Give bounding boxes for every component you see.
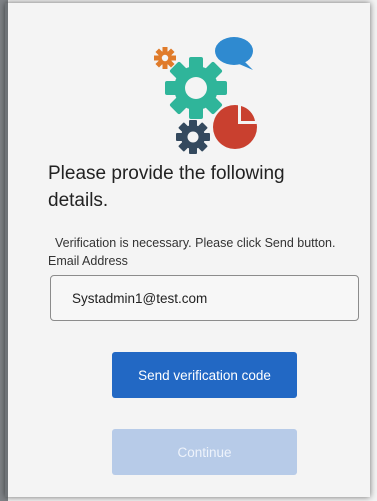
verification-dialog: Please provide the following details. Ve… (5, 3, 370, 497)
continue-button[interactable]: Continue (112, 429, 297, 475)
send-verification-code-button[interactable]: Send verification code (112, 352, 297, 398)
app-logo (154, 37, 257, 154)
small-gear-icon (154, 47, 176, 69)
email-label: Email Address (48, 254, 128, 268)
page-title: Please provide the following details. (48, 163, 285, 211)
speech-bubble-icon (215, 37, 253, 70)
large-gear-icon (165, 57, 227, 119)
email-field[interactable] (50, 275, 359, 321)
pie-chart-icon (213, 104, 257, 149)
verification-info-text: Verification is necessary. Please click … (55, 236, 336, 250)
dark-gear-icon (176, 120, 210, 154)
